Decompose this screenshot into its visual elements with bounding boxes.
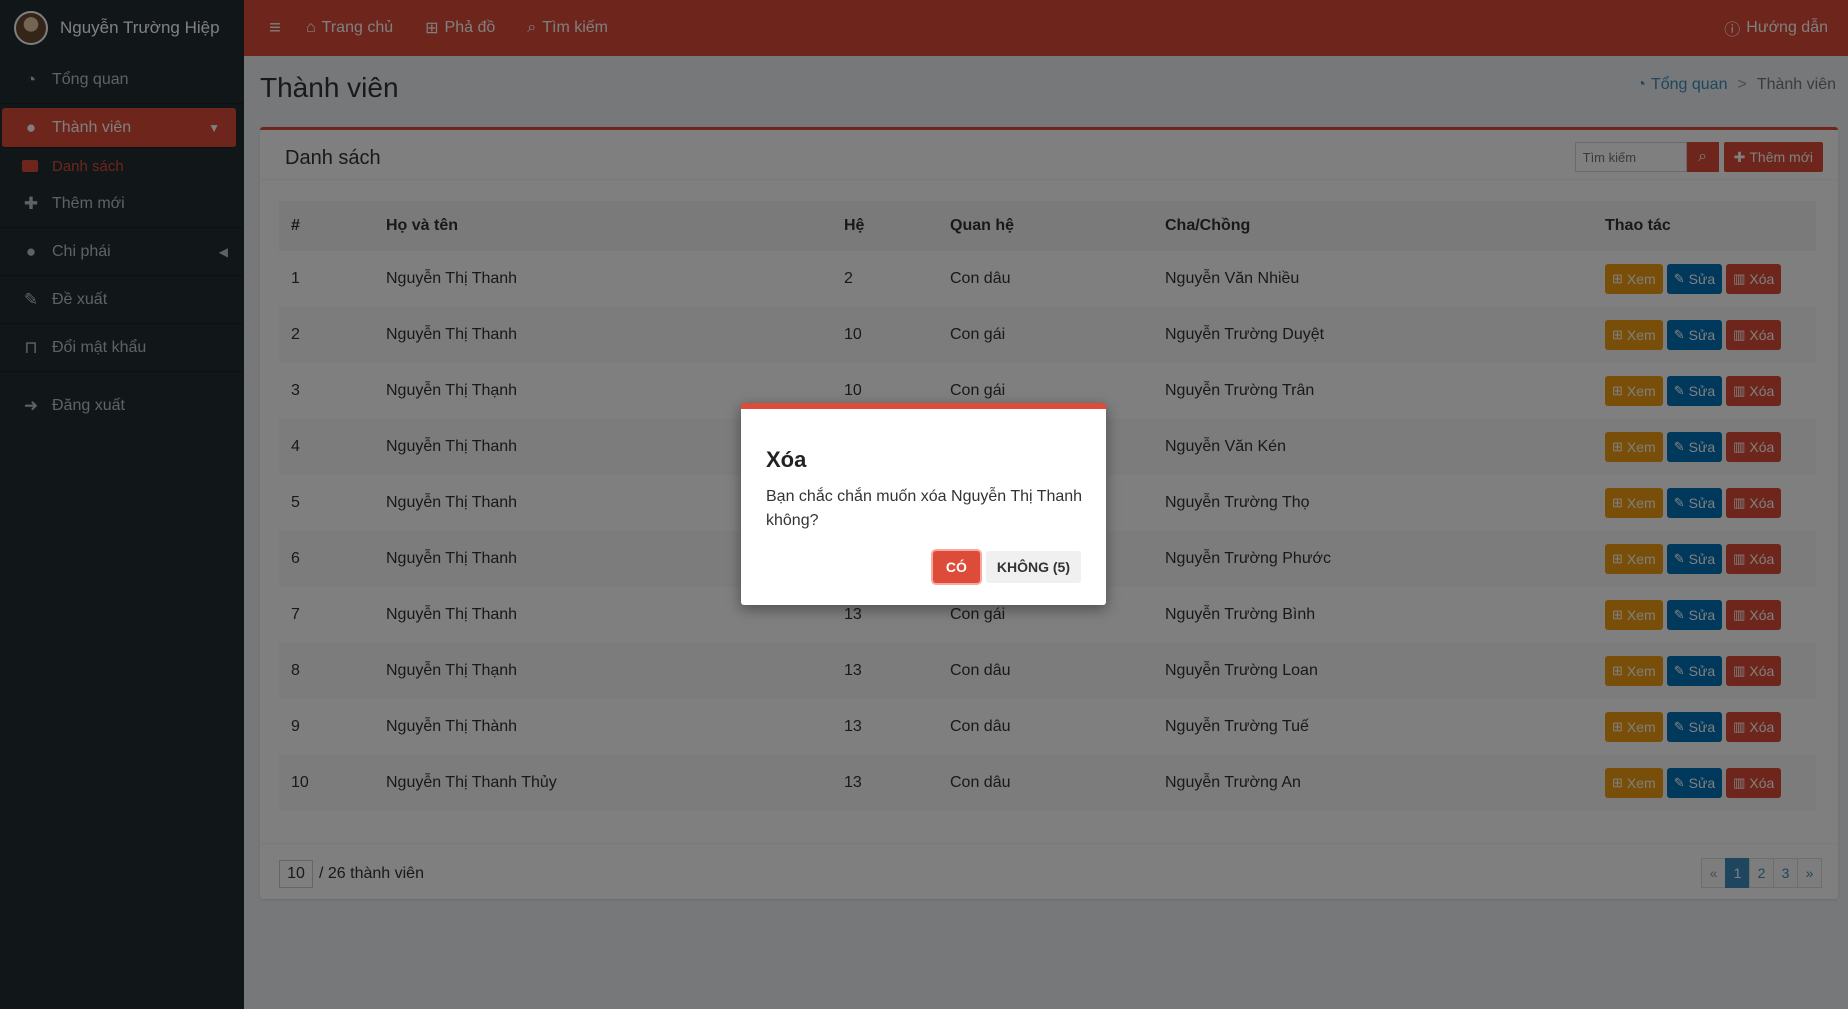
dialog-actions: CÓ KHÔNG (5) bbox=[932, 551, 1081, 583]
dialog-title: Xóa bbox=[766, 447, 807, 472]
confirm-delete-dialog: Xóa Bạn chắc chắn muốn xóa Nguyễn Thị Th… bbox=[741, 403, 1106, 605]
confirm-no-button[interactable]: KHÔNG (5) bbox=[985, 551, 1081, 583]
dialog-message: Bạn chắc chắn muốn xóa Nguyễn Thị Thanh … bbox=[766, 488, 1083, 529]
confirm-yes-button[interactable]: CÓ bbox=[932, 551, 980, 583]
